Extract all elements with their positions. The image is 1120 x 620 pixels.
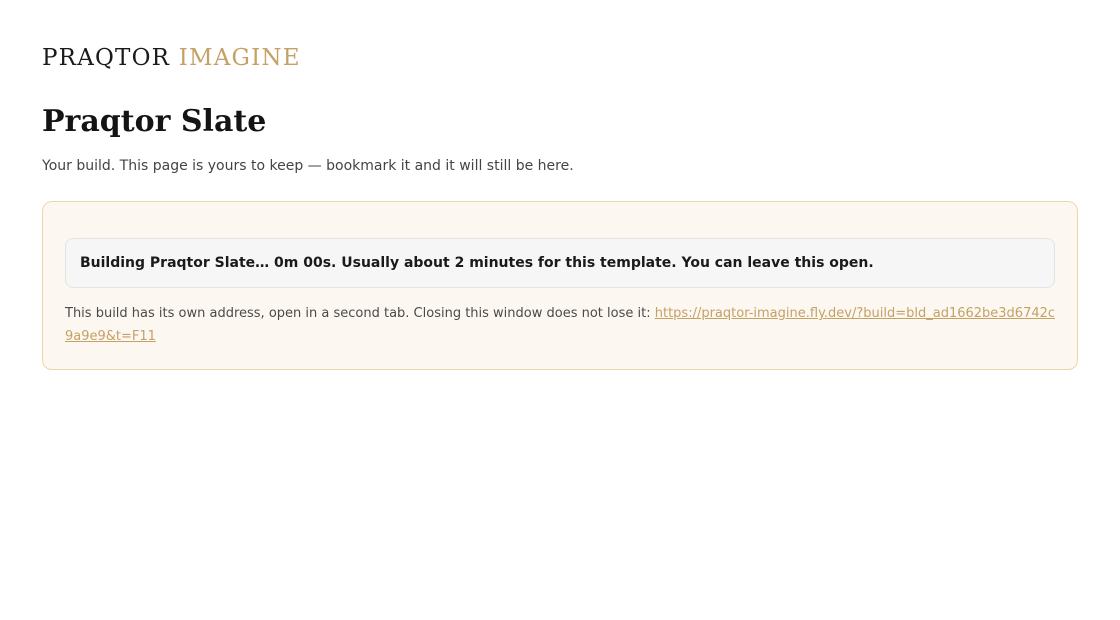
build-address-note: This build has its own address, open in …	[65, 302, 1057, 348]
build-status-text: Building Praqtor Slate… 0m 00s. Usually …	[80, 255, 874, 271]
build-status-box: Building Praqtor Slate… 0m 00s. Usually …	[65, 238, 1055, 288]
page-title: Praqtor Slate	[42, 104, 267, 139]
page-subtitle: Your build. This page is yours to keep —…	[42, 158, 574, 174]
brand-logo[interactable]: PRAQTOR IMAGINE	[42, 43, 301, 73]
brand-name-accent: IMAGINE	[178, 45, 301, 71]
build-panel: Building Praqtor Slate… 0m 00s. Usually …	[42, 201, 1078, 370]
page: PRAQTOR IMAGINE Praqtor Slate Your build…	[0, 0, 1120, 620]
build-address-note-text: This build has its own address, open in …	[65, 306, 655, 321]
brand-name-primary: PRAQTOR	[42, 45, 171, 71]
